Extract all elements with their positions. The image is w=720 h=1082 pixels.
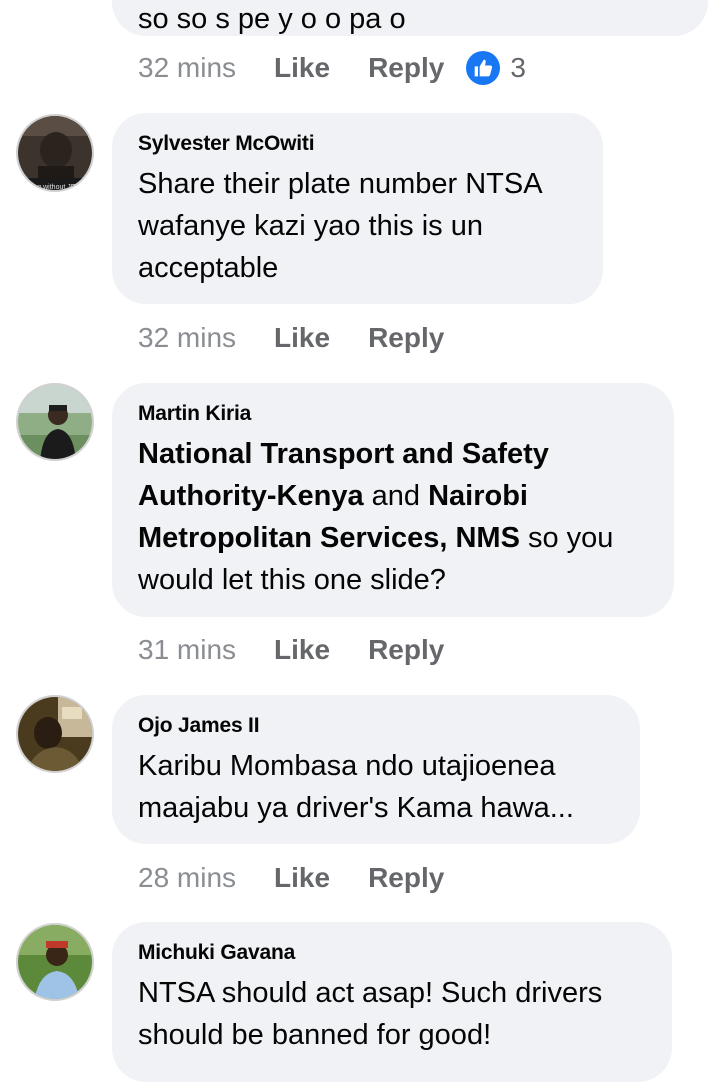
reply-button[interactable]: Reply: [368, 634, 444, 666]
comment-bubble: Michuki Gavana NTSA should act asap! Suc…: [112, 922, 672, 1082]
tagged-page-link[interactable]: National Transport and Safety: [138, 438, 549, 470]
comment-text: NTSA should act asap! Such drivers shoul…: [138, 972, 646, 1056]
comment-actions: 32 mins Like Reply 3: [138, 48, 526, 88]
tagged-page-link[interactable]: Authority-Kenya: [138, 480, 364, 512]
comment-text: so so s pe y o o pa o: [138, 3, 406, 35]
comment-timestamp: 31 mins: [138, 634, 237, 665]
avatar[interactable]: [16, 695, 94, 773]
comment-text: Karibu Mombasa ndo utajioenea maajabu ya…: [138, 745, 614, 829]
comment-text-line: maajabu ya driver's Kama hawa...: [138, 792, 574, 824]
avatar-caption: thing without JESU: [26, 184, 85, 191]
reply-button[interactable]: Reply: [368, 322, 444, 354]
avatar[interactable]: [16, 383, 94, 461]
comment-author[interactable]: Ojo James II: [138, 713, 614, 739]
comment-text: National Transport and Safety Authority-…: [138, 433, 648, 601]
reply-button[interactable]: Reply: [368, 52, 444, 84]
tagged-page-link[interactable]: Nairobi: [428, 480, 528, 512]
comment-timestamp: 32 mins: [138, 322, 237, 353]
comment-author[interactable]: Sylvester McOwiti: [138, 131, 577, 157]
like-button[interactable]: Like: [274, 862, 330, 894]
comment-text-line: acceptable: [138, 252, 279, 284]
tagged-page-link[interactable]: Metropolitan Services, NMS: [138, 522, 520, 554]
avatar[interactable]: [16, 923, 94, 1001]
comment-actions: 32 mins Like Reply: [138, 318, 482, 358]
comment-text-fragment: and: [363, 480, 429, 512]
comment-text: Share their plate number NTSA wafanye ka…: [138, 163, 577, 289]
comment-timestamp: 32 mins: [138, 52, 237, 83]
like-button[interactable]: Like: [274, 52, 330, 84]
reaction-count: 3: [510, 52, 526, 83]
reaction-summary[interactable]: 3: [466, 51, 526, 85]
comment-author[interactable]: Martin Kiria: [138, 401, 648, 427]
comment-text-line: would let this one slide?: [138, 564, 446, 596]
comment-text-line: Karibu Mombasa ndo utajioenea: [138, 750, 556, 782]
comment-actions: 31 mins Like Reply: [138, 630, 482, 670]
comment-text-line: NTSA should act asap! Such drivers: [138, 977, 603, 1009]
comment-bubble: so so s pe y o o pa o: [112, 0, 708, 36]
comment-text-line: wafanye kazi yao this is un: [138, 210, 483, 242]
comment-text-line: should be banned for good!: [138, 1019, 492, 1051]
comment-actions: 28 mins Like Reply: [138, 858, 482, 898]
avatar[interactable]: thing without JESU: [16, 114, 94, 192]
comment-text-fragment: so you: [519, 522, 614, 554]
comment-bubble: Sylvester McOwiti Share their plate numb…: [112, 113, 603, 304]
thumbs-up-icon: [466, 51, 501, 85]
like-button[interactable]: Like: [274, 634, 330, 666]
comment-timestamp: 28 mins: [138, 862, 237, 893]
comment-author[interactable]: Michuki Gavana: [138, 940, 646, 966]
comment-bubble: Martin Kiria National Transport and Safe…: [112, 383, 674, 617]
like-button[interactable]: Like: [274, 322, 330, 354]
comment-text-line: Share their plate number NTSA: [138, 168, 543, 200]
comment-bubble: Ojo James II Karibu Mombasa ndo utajioen…: [112, 695, 640, 844]
reply-button[interactable]: Reply: [368, 862, 444, 894]
